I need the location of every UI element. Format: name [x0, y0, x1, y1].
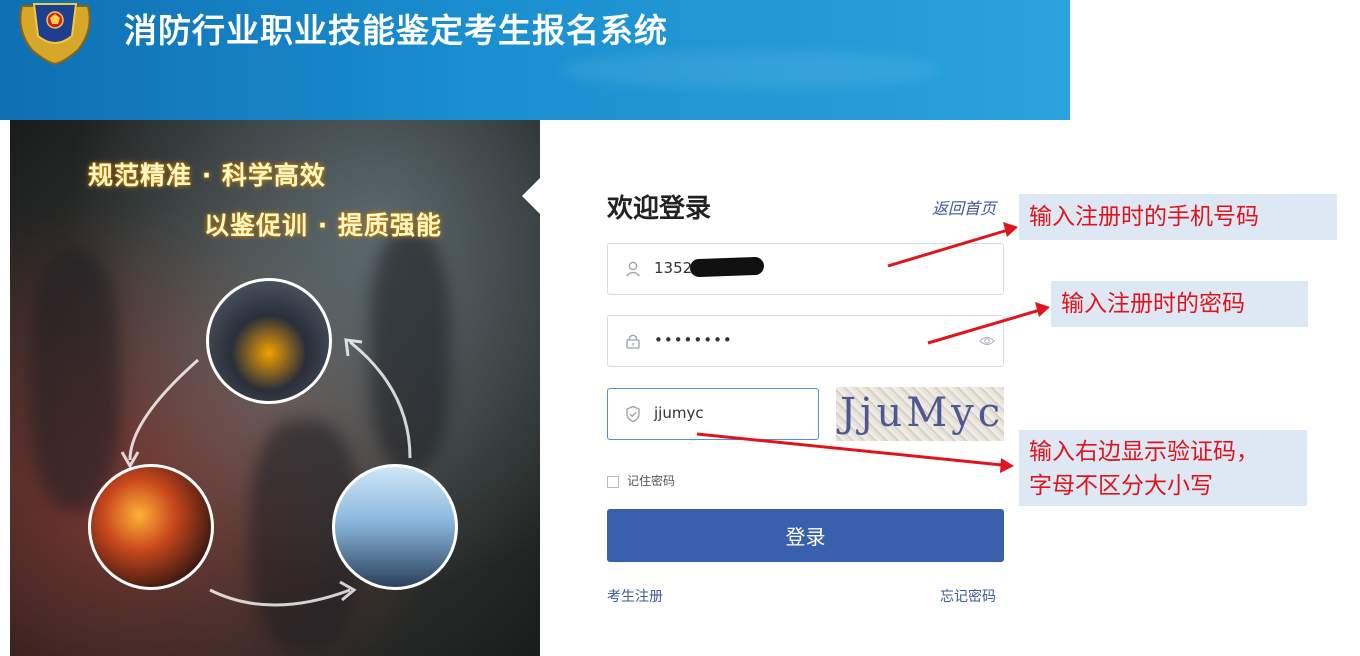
forgot-password-link[interactable]: 忘记密码 [940, 586, 996, 606]
photo-fire-truck [88, 464, 214, 590]
remember-label: 记住密码 [627, 474, 676, 488]
fire-rescue-emblem-icon [19, 3, 91, 66]
redaction-mark [689, 256, 765, 278]
password-annotation: 输入注册时的密码 [1051, 281, 1308, 327]
site-header: 消防行业职业技能鉴定考生报名系统 [0, 0, 1070, 120]
phone-input[interactable]: 1352 [607, 243, 1004, 295]
captcha-value: jjumyc [654, 404, 704, 422]
back-home-link[interactable]: 返回首页 [932, 195, 996, 219]
password-value: •••••••• [654, 331, 733, 349]
panel-notch [522, 178, 540, 214]
user-icon [626, 261, 640, 277]
captcha-annotation-line1: 输入右边显示验证码， [1029, 439, 1259, 465]
photo-firefighter-hose [332, 464, 458, 590]
password-input[interactable]: •••••••• [607, 315, 1004, 367]
remember-password[interactable]: 记住密码 [607, 472, 675, 489]
hero-image: 规范精准 · 科学高效 以鉴促训 · 提质强能 [10, 120, 540, 656]
captcha-input[interactable]: jjumyc [607, 388, 819, 440]
register-link[interactable]: 考生注册 [607, 586, 663, 606]
captcha-image[interactable]: JjuMyc [836, 387, 1004, 441]
shield-check-icon [626, 405, 640, 423]
site-title: 消防行业职业技能鉴定考生报名系统 [124, 11, 668, 50]
header-glow [560, 50, 940, 90]
captcha-image-text: JjuMyc [840, 390, 1004, 436]
remember-checkbox[interactable] [607, 475, 619, 488]
captcha-annotation: 输入右边显示验证码， 字母不区分大小写 [1019, 430, 1307, 506]
lock-icon [626, 334, 640, 349]
photo-firefighters-resting [206, 278, 332, 404]
phone-value: 1352 [654, 259, 693, 277]
captcha-annotation-line2: 字母不区分大小写 [1029, 473, 1213, 499]
phone-annotation: 输入注册时的手机号码 [1019, 194, 1337, 240]
welcome-heading: 欢迎登录 [607, 194, 712, 224]
eye-icon[interactable] [979, 333, 995, 349]
login-button[interactable]: 登录 [607, 509, 1004, 562]
